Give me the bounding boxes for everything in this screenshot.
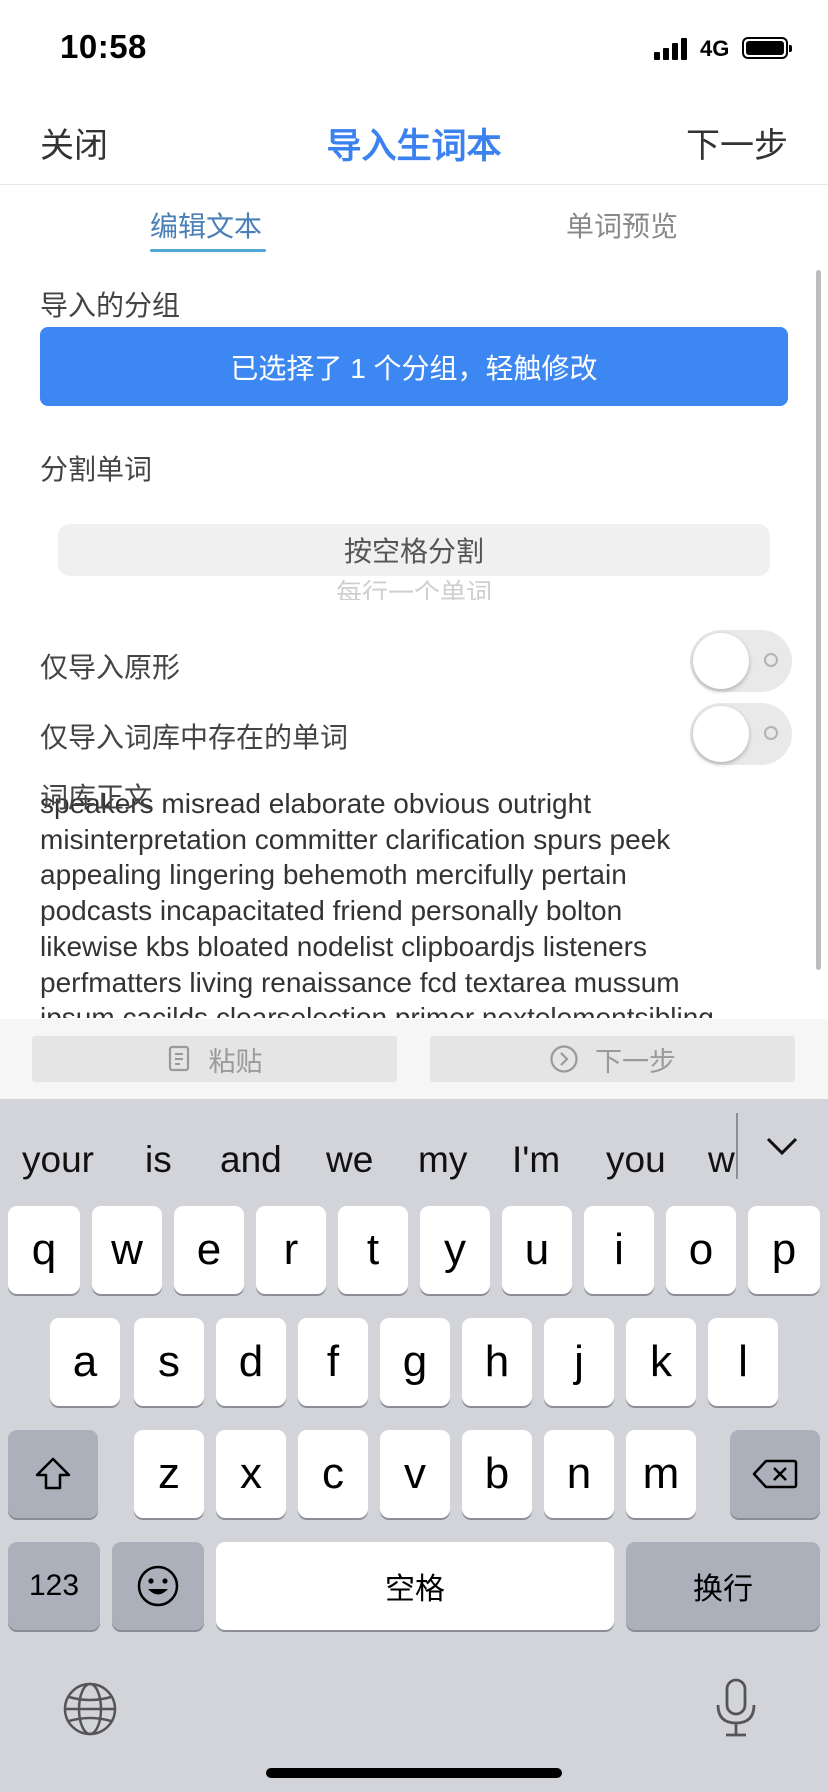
numbers-key[interactable]: 123: [8, 1542, 100, 1630]
key-f[interactable]: f: [298, 1318, 368, 1406]
key-p[interactable]: p: [748, 1206, 820, 1294]
text-line: ipsum cacilds clearselection primer next…: [40, 1002, 714, 1018]
word-list-textarea[interactable]: speakers misread elaborate obvious outri…: [40, 792, 800, 1018]
scrollbar[interactable]: [816, 270, 821, 970]
text-line: speakers misread elaborate obvious outri…: [40, 792, 591, 819]
suggestion[interactable]: w: [708, 1139, 736, 1181]
group-label: 导入的分组: [40, 290, 181, 321]
key-r[interactable]: r: [256, 1206, 326, 1294]
key-s[interactable]: s: [134, 1318, 204, 1406]
key-k[interactable]: k: [626, 1318, 696, 1406]
nav-divider: [0, 184, 828, 185]
key-y[interactable]: y: [420, 1206, 490, 1294]
suggestion[interactable]: you: [606, 1139, 666, 1181]
text-line: podcasts incapacitated friend personally…: [40, 895, 623, 927]
key-t[interactable]: t: [338, 1206, 408, 1294]
key-n[interactable]: n: [544, 1430, 614, 1518]
key-m[interactable]: m: [626, 1430, 696, 1518]
base-form-only-toggle[interactable]: [690, 630, 792, 692]
paste-button[interactable]: 粘贴: [32, 1036, 397, 1082]
key-q[interactable]: q: [8, 1206, 80, 1294]
key-e[interactable]: e: [174, 1206, 244, 1294]
split-picker-option[interactable]: 每行一个单词: [58, 578, 770, 600]
globe-icon[interactable]: [62, 1681, 118, 1737]
microphone-icon[interactable]: [712, 1677, 760, 1741]
delete-icon: [752, 1459, 798, 1489]
key-a[interactable]: a: [50, 1318, 120, 1406]
paste-icon: [168, 1045, 189, 1072]
key-i[interactable]: i: [584, 1206, 654, 1294]
keyboard-accessory-bar: 粘贴 下一步: [0, 1019, 828, 1099]
signal-icon: [654, 38, 694, 60]
return-key[interactable]: 换行: [626, 1542, 820, 1630]
chevron-circle-icon: [550, 1045, 578, 1073]
tab-word-preview[interactable]: 单词预览: [566, 205, 678, 245]
key-c[interactable]: c: [298, 1430, 368, 1518]
base-form-only-label: 仅导入原形: [40, 652, 181, 683]
text-line: appealing lingering behemoth mercifully …: [40, 859, 627, 891]
key-w[interactable]: w: [92, 1206, 162, 1294]
next-step-bottom-button[interactable]: 下一步: [430, 1036, 795, 1082]
split-picker-selected[interactable]: 按空格分割: [58, 524, 770, 576]
suggestion[interactable]: my: [418, 1139, 467, 1181]
suggestion[interactable]: is: [145, 1139, 172, 1181]
key-x[interactable]: x: [216, 1430, 286, 1518]
key-v[interactable]: v: [380, 1430, 450, 1518]
key-z[interactable]: z: [134, 1430, 204, 1518]
suggestion[interactable]: I'm: [512, 1139, 560, 1181]
delete-key[interactable]: [730, 1430, 820, 1518]
space-key[interactable]: 空格: [216, 1542, 614, 1630]
emoji-icon: [137, 1565, 179, 1607]
key-h[interactable]: h: [462, 1318, 532, 1406]
text-line: perfmatters living renaissance fcd texta…: [40, 966, 680, 998]
key-b[interactable]: b: [462, 1430, 532, 1518]
key-o[interactable]: o: [666, 1206, 736, 1294]
next-step-label: 下一步: [595, 1046, 676, 1077]
paste-label: 粘贴: [208, 1046, 263, 1077]
library-words-only-toggle[interactable]: [690, 703, 792, 765]
battery-icon: [742, 37, 792, 59]
split-label: 分割单词: [40, 454, 153, 485]
text-line: misinterpretation committer clarificatio…: [40, 823, 671, 855]
network-type: 4G: [700, 36, 730, 61]
suggestion-divider: [736, 1113, 738, 1179]
suggestion[interactable]: and: [220, 1139, 282, 1181]
key-g[interactable]: g: [380, 1318, 450, 1406]
emoji-key[interactable]: [112, 1542, 204, 1630]
suggestion[interactable]: your: [22, 1139, 94, 1181]
library-words-only-label: 仅导入词库中存在的单词: [40, 722, 349, 753]
active-tab-indicator: [150, 249, 266, 252]
suggestion[interactable]: we: [326, 1139, 373, 1181]
shift-key[interactable]: [8, 1430, 98, 1518]
shift-icon: [35, 1457, 71, 1490]
key-l[interactable]: l: [708, 1318, 778, 1406]
key-u[interactable]: u: [502, 1206, 572, 1294]
select-group-button[interactable]: 已选择了 1 个分组，轻触修改: [40, 327, 788, 406]
next-step-button[interactable]: 下一步: [686, 118, 788, 167]
tab-edit-text[interactable]: 编辑文本: [150, 205, 262, 245]
status-time: 10:58: [60, 28, 147, 65]
key-d[interactable]: d: [216, 1318, 286, 1406]
keyboard: your is and we my I'm you w q w e r t y …: [0, 1099, 828, 1792]
body-label: 词库正文: [40, 782, 153, 813]
text-line: likewise kbs bloated nodelist clipboardj…: [40, 930, 647, 962]
home-indicator: [266, 1768, 562, 1778]
chevron-down-icon[interactable]: [765, 1135, 799, 1157]
key-j[interactable]: j: [544, 1318, 614, 1406]
